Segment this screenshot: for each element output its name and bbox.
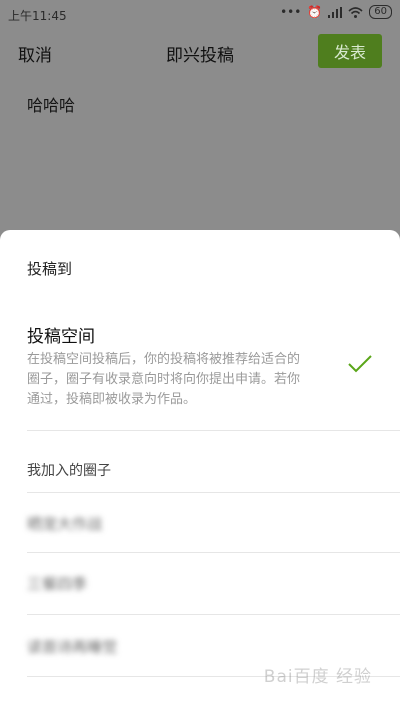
watermark: Bai百度 经验 [263, 667, 372, 687]
draft-text[interactable]: 哈哈哈 [27, 92, 75, 116]
divider [27, 614, 400, 615]
space-option-description: 在投稿空间投稿后，你的投稿将被推荐给适合的圈子，圈子有收录意向时将向你提出申请。… [27, 352, 301, 407]
nav-bar: 取消 即兴投稿 发表 [0, 28, 400, 76]
more-dots-icon: ••• [280, 5, 302, 19]
signal-icon [328, 6, 343, 18]
divider [27, 492, 400, 493]
divider [27, 552, 400, 553]
joined-circles-heading: 我加入的圈子 [27, 463, 111, 479]
status-time: 上午11:45 [8, 9, 67, 23]
space-option-title: 投稿空间 [27, 327, 95, 347]
sheet-heading: 投稿到 [27, 260, 73, 278]
submit-to-sheet: 投稿到 投稿空间 在投稿空间投稿后，你的投稿将被推荐给适合的圈子，圈子有收录意向… [0, 230, 400, 711]
alarm-icon: ⏰ [307, 5, 323, 19]
circle-item[interactable]: 读首诗再睡觉 [27, 636, 117, 657]
divider [27, 430, 400, 431]
status-bar: 上午11:45 ••• ⏰ 60 [0, 0, 400, 28]
checkmark-icon [348, 355, 372, 373]
circle-item[interactable]: 晒宠大作战 [27, 513, 102, 534]
circle-item[interactable]: 三餐四季 [27, 573, 87, 594]
publish-button[interactable]: 发表 [318, 34, 382, 68]
status-icons: ••• ⏰ 60 [280, 5, 392, 19]
wifi-icon [348, 6, 363, 18]
battery-indicator: 60 [369, 5, 392, 19]
